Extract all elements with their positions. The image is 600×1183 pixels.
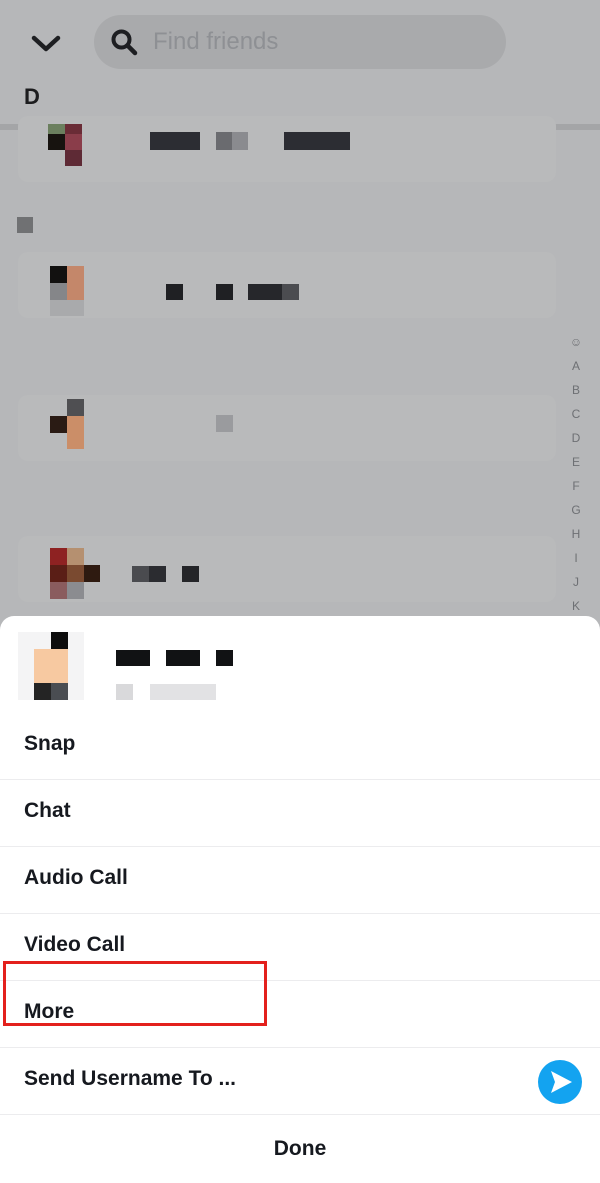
avatar: [18, 632, 84, 700]
menu-item-label: Audio Call: [24, 866, 128, 889]
alphabet-index[interactable]: ☺ A B C D E F G H I J K: [566, 330, 586, 618]
avatar: [50, 399, 84, 449]
index-letter[interactable]: C: [566, 402, 586, 426]
avatar: [48, 124, 82, 166]
menu-item-audio-call[interactable]: Audio Call: [0, 847, 600, 914]
friend-name-redacted: [216, 415, 233, 432]
search-icon: [111, 29, 138, 56]
send-arrow-icon: [551, 1071, 572, 1093]
friend-row[interactable]: [18, 395, 556, 461]
highlight-box: [3, 961, 267, 1026]
friend-username-redacted: [116, 684, 216, 700]
index-letter[interactable]: H: [566, 522, 586, 546]
index-letter[interactable]: A: [566, 354, 586, 378]
chevron-down-icon[interactable]: [30, 30, 62, 56]
index-letter[interactable]: D: [566, 426, 586, 450]
send-button[interactable]: [538, 1060, 582, 1104]
menu-item-chat[interactable]: Chat: [0, 780, 600, 847]
menu-item-label: Chat: [24, 799, 71, 822]
index-letter[interactable]: B: [566, 378, 586, 402]
friend-name-redacted: [116, 650, 236, 666]
friend-name-redacted: [166, 284, 306, 300]
search-field[interactable]: Find friends: [94, 15, 506, 69]
menu-item-send-username[interactable]: Send Username To ...: [0, 1048, 600, 1115]
done-button[interactable]: Done: [0, 1118, 600, 1180]
section-marker: [17, 217, 33, 233]
index-letter[interactable]: G: [566, 498, 586, 522]
index-letter[interactable]: F: [566, 474, 586, 498]
avatar: [50, 548, 100, 602]
index-emoji[interactable]: ☺: [566, 330, 586, 354]
index-letter[interactable]: I: [566, 546, 586, 570]
index-letter[interactable]: K: [566, 594, 586, 618]
menu-item-label: Send Username To ...: [24, 1067, 236, 1090]
menu-item-label: Video Call: [24, 933, 126, 956]
index-letter[interactable]: E: [566, 450, 586, 474]
search-placeholder: Find friends: [153, 28, 279, 55]
avatar: [50, 266, 84, 316]
friend-name-redacted: [150, 132, 350, 150]
section-header: D: [24, 84, 40, 109]
menu-item-label: Snap: [24, 732, 76, 755]
friend-row[interactable]: [18, 252, 556, 318]
friend-row[interactable]: [18, 116, 556, 182]
friend-row[interactable]: [18, 536, 556, 602]
friend-name-redacted: [132, 566, 202, 582]
index-letter[interactable]: J: [566, 570, 586, 594]
menu-item-snap[interactable]: Snap: [0, 713, 600, 780]
